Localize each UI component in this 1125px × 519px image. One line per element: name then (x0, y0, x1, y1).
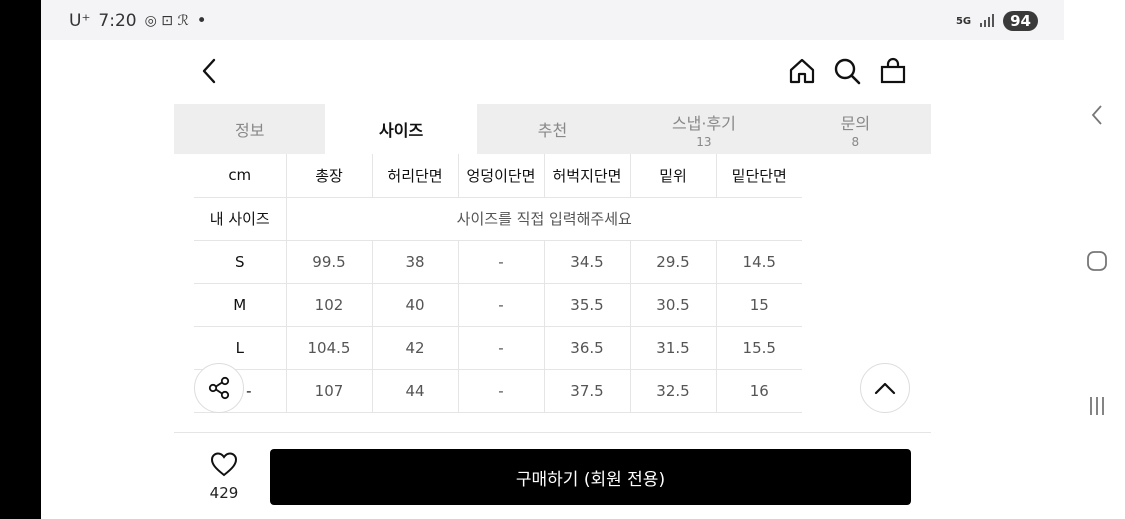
table-header-row: cm 총장 허리단면 엉덩이단면 허벅지단면 밑위 밑단단면 (194, 154, 802, 198)
home-circle-icon (1087, 251, 1107, 271)
signal-icon (979, 13, 995, 30)
home-button[interactable] (787, 56, 817, 86)
left-margin (41, 40, 174, 519)
system-home-button[interactable] (1082, 246, 1112, 276)
table-cell: 38 (372, 240, 459, 284)
table-cell: 16 (716, 369, 802, 413)
heart-icon (210, 452, 238, 477)
table-cell: 32.5 (630, 369, 717, 413)
table-cell: 104.5 (286, 326, 373, 370)
table-row: S 99.5 38 - 34.5 29.5 14.5 (194, 240, 802, 284)
table-row: L 104.5 42 - 36.5 31.5 15.5 (194, 326, 802, 370)
product-page: 정보 사이즈 추천 스냅·후기 13 문의 8 cm 총장 허리단면 엉덩이단면… (174, 40, 931, 519)
like-count: 429 (209, 484, 239, 502)
table-cell: 14.5 (716, 240, 802, 284)
table-cell: 31.5 (630, 326, 717, 370)
tab-size[interactable]: 사이즈 (325, 104, 477, 154)
table-cell: 36.5 (544, 326, 631, 370)
size-label: S (194, 240, 287, 284)
table-cell: 15.5 (716, 326, 802, 370)
table-cell: - (458, 326, 545, 370)
right-margin (931, 40, 1064, 519)
tab-inquiry[interactable]: 문의 8 (780, 104, 931, 154)
left-bezel (0, 0, 41, 519)
table-cell: 29.5 (630, 240, 717, 284)
search-icon (834, 58, 861, 85)
table-cell: - (458, 369, 545, 413)
back-button[interactable] (194, 56, 224, 86)
tab-count: 8 (851, 134, 860, 149)
table-cell: 102 (286, 283, 373, 327)
table-cell: 35.5 (544, 283, 631, 327)
table-cell: 107 (286, 369, 373, 413)
tab-label: 정보 (234, 121, 265, 140)
tab-recommend[interactable]: 추천 (477, 104, 628, 154)
section-tabs: 정보 사이즈 추천 스냅·후기 13 문의 8 (174, 104, 931, 154)
more-notifications-dot: • (196, 11, 207, 31)
search-button[interactable] (832, 56, 862, 86)
table-cell: 34.5 (544, 240, 631, 284)
battery-indicator: 94 (1003, 11, 1038, 31)
table-row: M 102 40 - 35.5 30.5 15 (194, 283, 802, 327)
carrier-label: U⁺ (69, 11, 91, 31)
column-header: 엉덩이단면 (458, 154, 545, 198)
table-cell: 30.5 (630, 283, 717, 327)
like-button[interactable]: 429 (202, 451, 246, 502)
tab-count: 13 (696, 134, 712, 149)
chevron-left-icon (1091, 105, 1102, 125)
clock: 7:20 (98, 11, 137, 31)
home-icon (789, 58, 815, 84)
tab-label: 추천 (537, 121, 568, 140)
chevron-up-icon (874, 382, 896, 395)
tab-label: 문의 (840, 113, 871, 133)
column-header: 밑단단면 (716, 154, 802, 198)
share-button[interactable] (194, 363, 244, 413)
notification-icons: ◎ ⊡ ℛ (144, 13, 189, 29)
table-cell: 44 (372, 369, 459, 413)
column-header: 허벅지단면 (544, 154, 631, 198)
tab-reviews[interactable]: 스냅·후기 13 (628, 104, 779, 154)
column-header: 밑위 (630, 154, 717, 198)
bottom-action-bar: 429 구매하기 (회원 전용) (174, 432, 931, 519)
shopping-bag-icon (880, 57, 906, 84)
column-header: 총장 (286, 154, 373, 198)
table-cell: - (458, 240, 545, 284)
size-table: cm 총장 허리단면 엉덩이단면 허벅지단면 밑위 밑단단면 내 사이즈 사이즈… (194, 154, 802, 413)
my-size-input-prompt[interactable]: 사이즈를 직접 입력해주세요 (286, 197, 802, 241)
share-icon (208, 376, 230, 400)
chevron-left-icon (202, 58, 216, 84)
system-back-button[interactable] (1082, 100, 1112, 130)
table-cell: 42 (372, 326, 459, 370)
tab-label: 사이즈 (379, 121, 424, 140)
table-cell: 15 (716, 283, 802, 327)
app-frame: U⁺ 7:20 ◎ ⊡ ℛ • 5G 94 정보 사이즈 추천 스냅·후기 13… (0, 0, 1125, 519)
table-cell: 40 (372, 283, 459, 327)
top-nav (174, 40, 931, 104)
size-label: L (194, 326, 287, 370)
table-cell: 37.5 (544, 369, 631, 413)
network-label: 5G (955, 15, 972, 27)
column-header: cm (194, 154, 287, 198)
status-bar: U⁺ 7:20 ◎ ⊡ ℛ • 5G 94 (41, 0, 1064, 40)
scroll-top-button[interactable] (860, 363, 910, 413)
table-cell: - (458, 283, 545, 327)
cart-button[interactable] (878, 56, 908, 86)
my-size-row: 내 사이즈 사이즈를 직접 입력해주세요 (194, 197, 802, 241)
tab-info[interactable]: 정보 (174, 104, 325, 154)
table-cell: 99.5 (286, 240, 373, 284)
column-header: 허리단면 (372, 154, 459, 198)
size-label: M (194, 283, 287, 327)
recents-icon (1090, 397, 1104, 415)
table-row: - 107 44 - 37.5 32.5 16 (194, 369, 802, 413)
purchase-button[interactable]: 구매하기 (회원 전용) (270, 449, 911, 505)
tab-label: 스냅·후기 (671, 113, 736, 133)
system-recents-button[interactable] (1082, 391, 1112, 421)
my-size-label: 내 사이즈 (194, 197, 287, 241)
